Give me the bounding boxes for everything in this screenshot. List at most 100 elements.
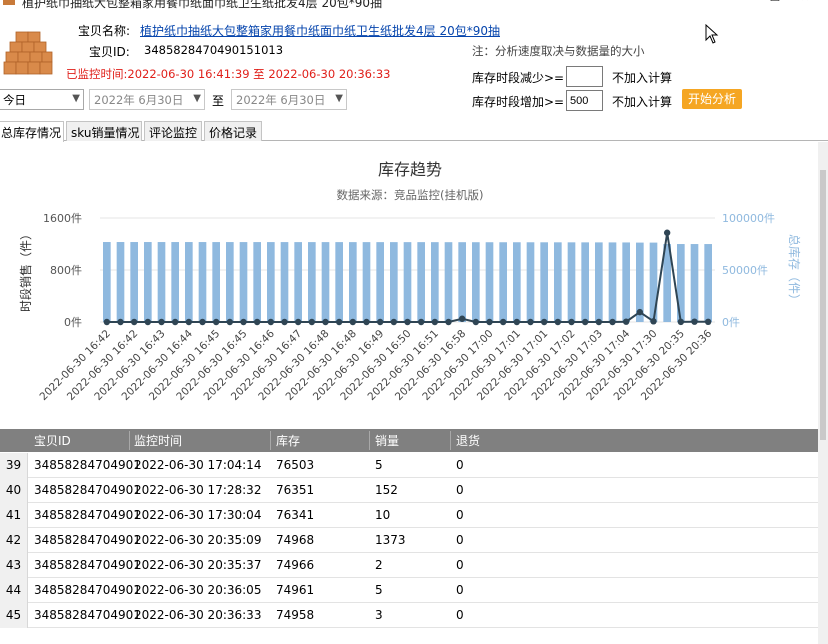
chart-title: 库存趋势 xyxy=(377,160,442,179)
column-header-returns[interactable]: 退货 xyxy=(456,432,480,449)
start-analysis-button[interactable]: 开始分析 xyxy=(682,89,742,109)
cell-stock: 74966 xyxy=(276,558,315,572)
cell-id: 34858284704901 xyxy=(34,533,141,547)
stock-bar xyxy=(185,242,193,322)
stock-bar xyxy=(540,242,548,322)
cell-time: 2022-06-30 17:04:14 xyxy=(134,458,262,472)
stock-bar xyxy=(403,242,412,322)
column-header-id[interactable]: 宝贝ID xyxy=(34,432,71,449)
sales-point xyxy=(554,318,562,326)
table-row[interactable]: 39 34858284704901 2022-06-30 17:04:14 76503… xyxy=(0,453,818,478)
table-row[interactable]: 42 34858284704901 2022-06-30 20:35:09 74968… xyxy=(0,528,818,553)
cell-ret: 0 xyxy=(456,558,464,572)
cell-sales: 5 xyxy=(375,583,383,597)
row-number: 42 xyxy=(0,528,28,553)
stock-bar xyxy=(308,242,316,322)
cell-sales: 1373 xyxy=(375,533,406,547)
left-tick-label: 800件 xyxy=(50,264,82,277)
product-name-label: 宝贝名称: xyxy=(78,24,131,38)
sales-point xyxy=(117,318,124,326)
stock-bar xyxy=(171,242,179,322)
table-row[interactable]: 45 34858284704901 2022-06-30 20:36:33 74958… xyxy=(0,603,818,628)
date-from-value: 2022年 6月30日 xyxy=(94,93,184,107)
y-axis-left-label: 时段销售（件） xyxy=(18,228,33,312)
decrease-threshold-label: 库存时段减少>= xyxy=(472,71,565,85)
tab-total-stock[interactable]: 总库存情况 xyxy=(0,121,64,142)
date-to-picker[interactable]: 2022年 6月30日 ▼ xyxy=(231,89,347,110)
left-tick-label: 1600件 xyxy=(43,212,82,225)
stock-bar xyxy=(608,242,617,322)
mouse-cursor-icon xyxy=(705,24,719,44)
cell-time: 2022-06-30 20:36:33 xyxy=(134,608,262,622)
y-axis-right-label: 总库存（件） xyxy=(787,234,802,306)
stock-bar xyxy=(321,242,330,322)
cell-id: 34858284704901 xyxy=(34,458,141,472)
stock-bar xyxy=(472,242,480,322)
sales-point xyxy=(581,318,589,326)
table-row[interactable]: 41 34858284704901 2022-06-30 17:30:04 76341… xyxy=(0,503,818,528)
tab-review-monitor[interactable]: 评论监控 xyxy=(144,121,202,141)
stock-bar xyxy=(253,242,261,322)
period-select[interactable]: 今日 ▼ xyxy=(0,89,84,110)
date-from-picker[interactable]: 2022年 6月30日 ▼ xyxy=(89,89,205,110)
row-number: 44 xyxy=(0,578,28,603)
sales-point xyxy=(568,318,575,326)
cell-time: 2022-06-30 20:35:37 xyxy=(134,558,262,572)
period-select-value: 今日 xyxy=(3,93,26,107)
column-header-stock[interactable]: 库存 xyxy=(276,432,300,449)
stock-bar xyxy=(499,242,507,322)
sales-point xyxy=(417,318,425,326)
date-to-value: 2022年 6月30日 xyxy=(236,93,326,107)
cell-ret: 0 xyxy=(456,458,464,472)
stock-bar xyxy=(444,242,453,322)
product-id-label: 宝贝ID: xyxy=(89,45,130,59)
sales-point xyxy=(595,318,603,326)
column-header-time[interactable]: 监控时间 xyxy=(134,432,182,449)
chevron-down-icon: ▼ xyxy=(335,93,343,104)
chart-subtitle: 数据来源：竞品监控(挂机版) xyxy=(336,188,484,202)
product-name-link[interactable]: 植护纸巾抽纸大包整箱家用餐巾纸面巾纸卫生纸批发4层 20包*90抽 xyxy=(140,22,500,39)
stock-trend-chart: 1600件 100000件800件 50000件0件 0件时段销售（件） 总库存（件）2… xyxy=(18,212,802,403)
chevron-down-icon: ▼ xyxy=(72,93,80,104)
table-row[interactable]: 43 34858284704901 2022-06-30 20:35:37 74966… xyxy=(0,553,818,578)
sales-point xyxy=(158,318,165,326)
tab-price-history[interactable]: 价格记录 xyxy=(204,121,262,141)
minimize-button[interactable]: — xyxy=(690,0,736,8)
table-row[interactable]: 40 34858284704901 2022-06-30 17:28:32 76351… xyxy=(0,478,818,503)
cell-stock: 76503 xyxy=(276,458,315,472)
table-header xyxy=(0,429,818,452)
sales-point xyxy=(212,318,220,326)
sales-point xyxy=(253,318,261,326)
sales-point xyxy=(472,318,480,326)
sales-point xyxy=(185,318,193,326)
right-tick-label: 100000件 xyxy=(722,212,775,225)
cell-time: 2022-06-30 20:35:09 xyxy=(134,533,262,547)
stock-bar xyxy=(417,242,425,322)
sales-point xyxy=(404,318,411,326)
decrease-threshold-input[interactable] xyxy=(566,66,603,87)
left-tick-label: 0件 xyxy=(64,316,82,329)
table-row[interactable]: 44 34858284704901 2022-06-30 20:36:05 74961… xyxy=(0,578,818,603)
cell-stock: 74961 xyxy=(276,583,315,597)
cell-id: 34858284704901 xyxy=(34,583,141,597)
window-title: 植护纸巾抽纸大包整箱家用餐巾纸面巾纸卫生纸批发4层 20包*90抽 xyxy=(22,0,382,10)
cell-id: 34858284704901 xyxy=(34,508,141,522)
close-button[interactable]: ✕ xyxy=(782,0,828,8)
sales-point xyxy=(294,318,302,326)
column-divider xyxy=(450,431,451,450)
app-icon xyxy=(3,0,15,5)
cell-ret: 0 xyxy=(456,508,464,522)
sales-point xyxy=(527,318,534,326)
cell-stock: 76341 xyxy=(276,508,315,522)
scrollbar-thumb[interactable] xyxy=(820,170,826,440)
cell-ret: 0 xyxy=(456,483,464,497)
product-thumbnail xyxy=(2,28,54,78)
tab-sku-sales[interactable]: sku销量情况 xyxy=(66,121,142,141)
increase-suffix: 不加入计算 xyxy=(612,95,673,109)
product-id-value: 3485828470490151013 xyxy=(144,43,284,57)
column-divider xyxy=(369,431,370,450)
increase-threshold-input[interactable] xyxy=(566,90,603,111)
cell-time: 2022-06-30 17:28:32 xyxy=(134,483,262,497)
cell-sales: 152 xyxy=(375,483,398,497)
column-header-sales[interactable]: 销量 xyxy=(375,432,399,449)
